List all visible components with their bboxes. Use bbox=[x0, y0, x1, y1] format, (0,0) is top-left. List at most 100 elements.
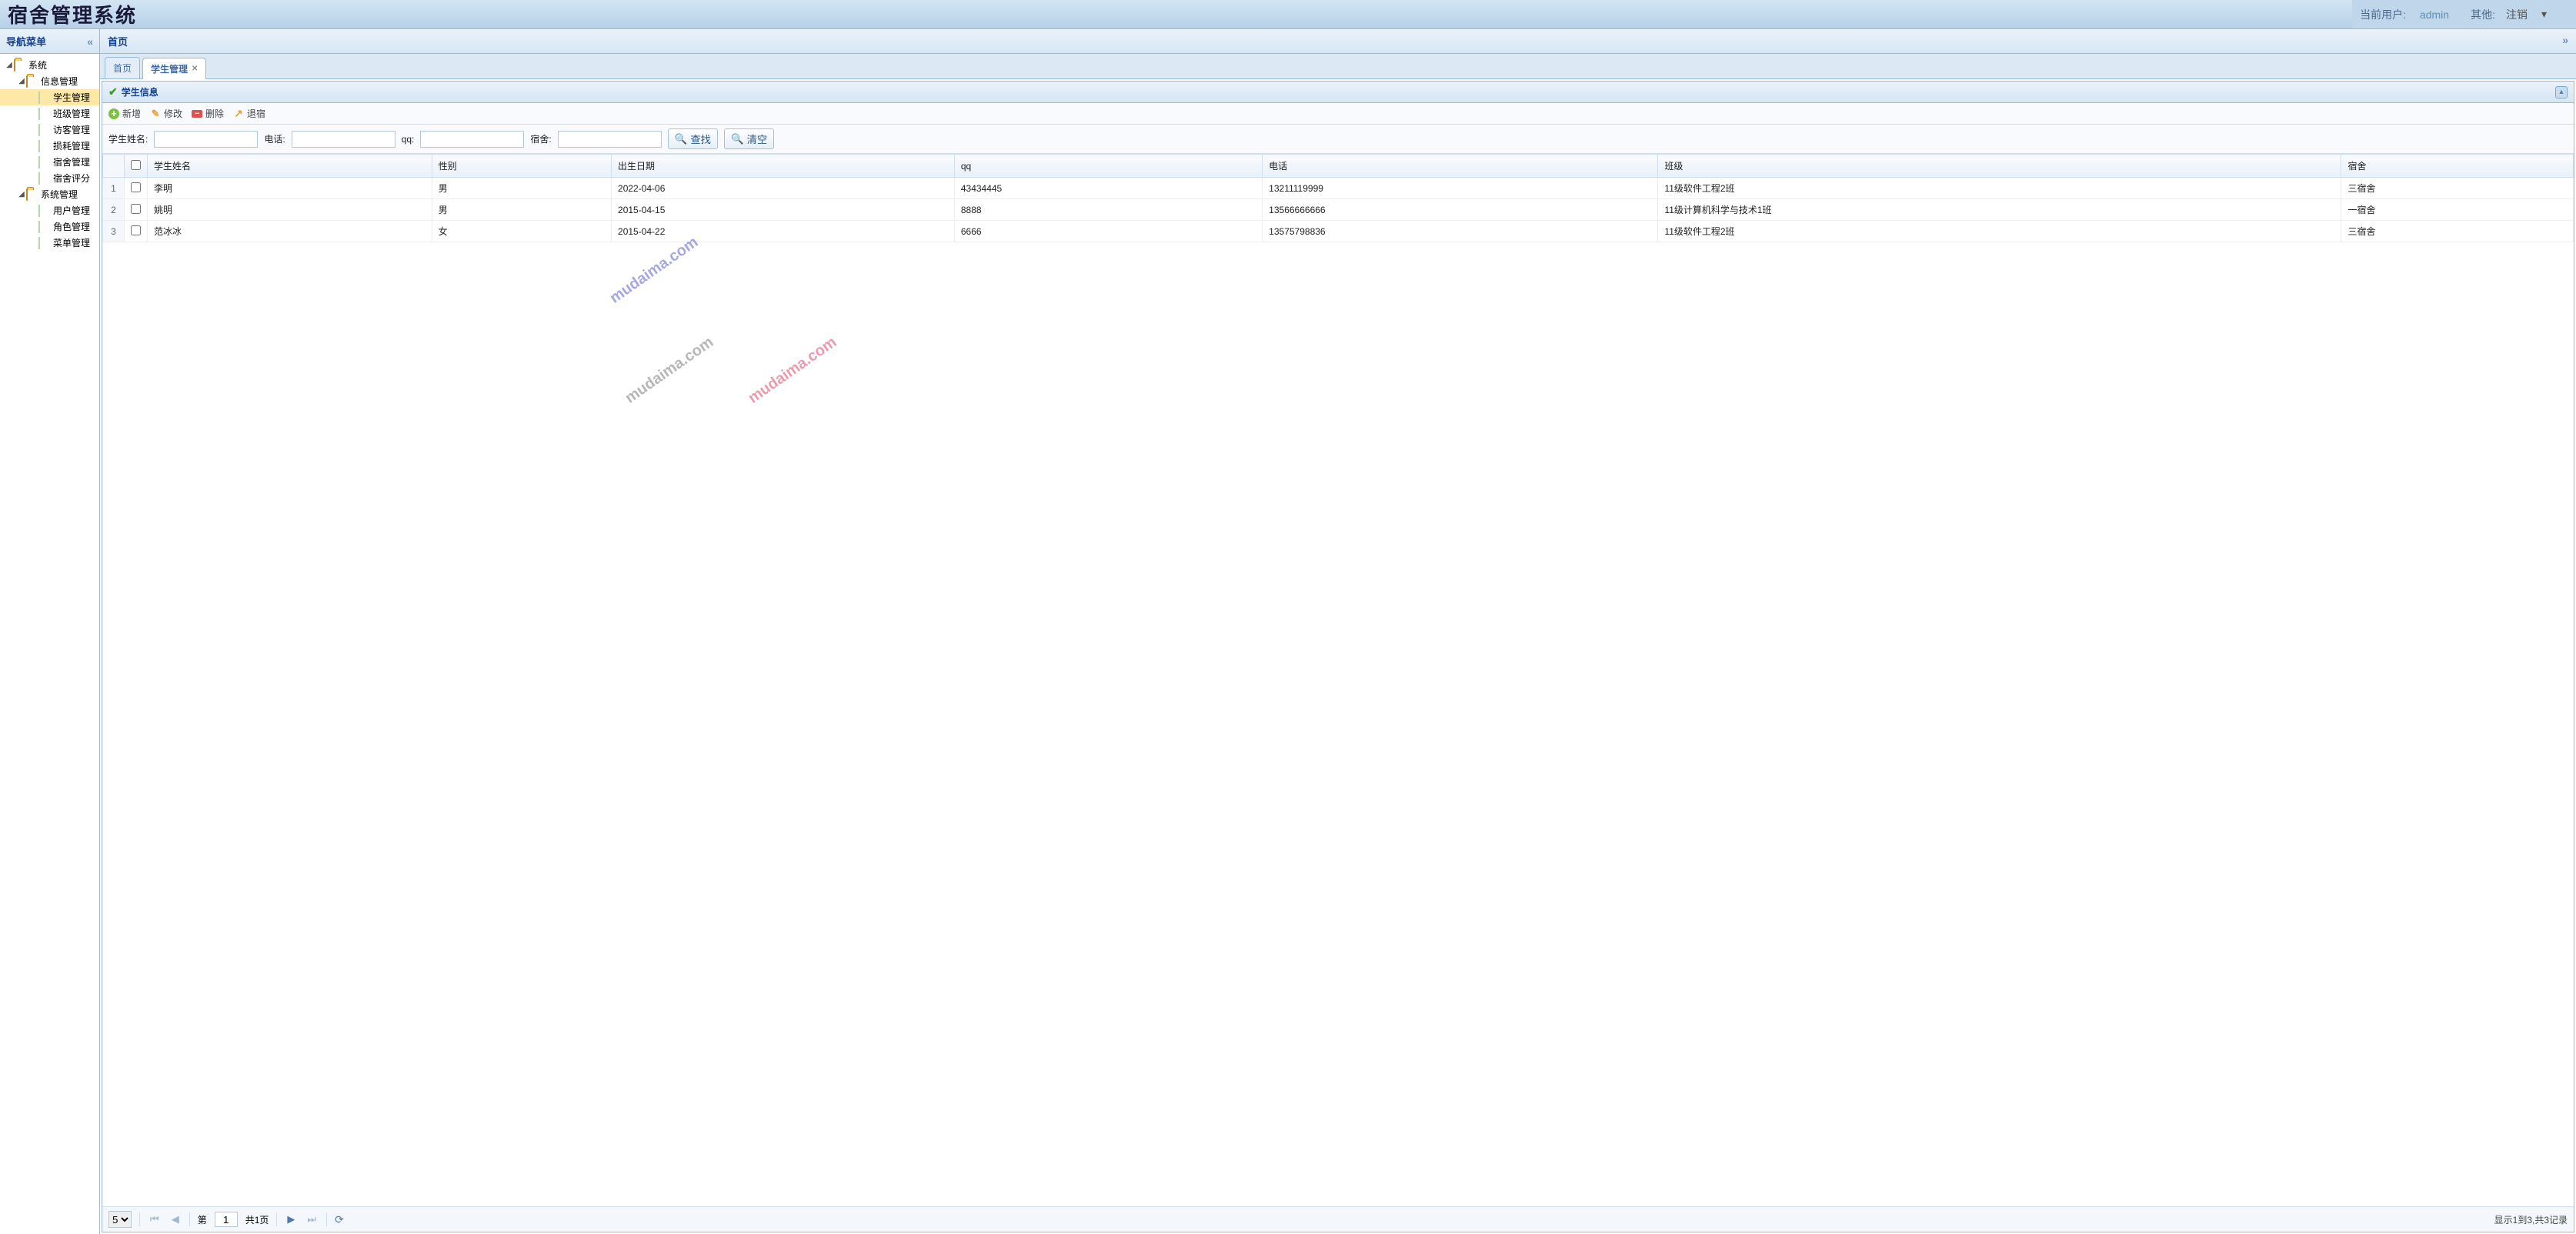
prev-page-button[interactable]: ◀ bbox=[169, 1213, 182, 1226]
file-icon bbox=[38, 124, 40, 136]
file-icon bbox=[38, 140, 40, 152]
tree-node-访客管理[interactable]: 访客管理 bbox=[0, 122, 99, 138]
clear-icon: 🔍 bbox=[731, 133, 744, 145]
column-header[interactable]: 宿舍 bbox=[2341, 155, 2574, 178]
add-button[interactable]: +新增 bbox=[108, 107, 141, 120]
dorm-input[interactable] bbox=[558, 131, 662, 148]
tree-node-菜单管理[interactable]: 菜单管理 bbox=[0, 235, 99, 251]
current-user: admin bbox=[2420, 8, 2449, 21]
tab-首页[interactable]: 首页 bbox=[105, 57, 140, 78]
name-input[interactable] bbox=[154, 131, 258, 148]
content-header: ✔ 学生信息 ▴ bbox=[102, 82, 2574, 103]
file-icon bbox=[38, 156, 40, 168]
expand-arrow-icon[interactable]: ◢ bbox=[17, 190, 26, 198]
tree-node-系统管理[interactable]: ◢系统管理 bbox=[0, 186, 99, 202]
tree-node-角色管理[interactable]: 角色管理 bbox=[0, 218, 99, 235]
expand-arrow-icon[interactable]: ◢ bbox=[5, 61, 14, 69]
grid-header-row: 学生姓名性别出生日期qq电话班级宿舍 bbox=[103, 155, 2574, 178]
pager-left: 5 ⏮ ◀ 第 共1页 ▶ ⏭ ⟳ bbox=[108, 1211, 344, 1228]
tree-label: 系统 bbox=[28, 58, 47, 72]
data-grid: 学生姓名性别出生日期qq电话班级宿舍 1李明男2022-04-064343444… bbox=[102, 154, 2574, 242]
grid-wrap: 学生姓名性别出生日期qq电话班级宿舍 1李明男2022-04-064343444… bbox=[102, 154, 2574, 1206]
table-row[interactable]: 3范冰冰女2015-04-2266661357579883611级软件工程2班三… bbox=[103, 221, 2574, 242]
tree-node-损耗管理[interactable]: 损耗管理 bbox=[0, 138, 99, 154]
breadcrumb-bar: 首页 » bbox=[100, 29, 2576, 54]
pencil-icon: ✎ bbox=[150, 108, 161, 119]
tree-label: 菜单管理 bbox=[53, 236, 90, 249]
row-checkbox[interactable] bbox=[131, 204, 141, 214]
phone-input[interactable] bbox=[292, 131, 395, 148]
tree-node-信息管理[interactable]: ◢信息管理 bbox=[0, 73, 99, 89]
dorm-label: 宿舍: bbox=[530, 132, 551, 145]
select-all-checkbox[interactable] bbox=[131, 160, 141, 170]
table-row[interactable]: 1李明男2022-04-06434344451321111999911级软件工程… bbox=[103, 178, 2574, 199]
column-header[interactable]: 学生姓名 bbox=[148, 155, 432, 178]
add-icon: + bbox=[108, 108, 119, 119]
folder-icon bbox=[26, 75, 28, 88]
tree-node-用户管理[interactable]: 用户管理 bbox=[0, 202, 99, 218]
column-header[interactable]: qq bbox=[954, 155, 1262, 178]
file-icon bbox=[38, 108, 40, 120]
refresh-button[interactable]: ⟳ bbox=[335, 1213, 344, 1226]
tree-node-系统[interactable]: ◢ 系统 bbox=[0, 57, 99, 73]
collapse-sidebar-icon[interactable]: « bbox=[87, 35, 93, 48]
column-header[interactable]: 性别 bbox=[432, 155, 611, 178]
qq-label: qq: bbox=[402, 134, 415, 145]
file-icon bbox=[38, 92, 40, 104]
page-size-select[interactable]: 5 bbox=[108, 1211, 132, 1228]
delete-button[interactable]: −删除 bbox=[192, 107, 224, 120]
arrow-out-icon: ↗ bbox=[233, 108, 244, 119]
edit-button[interactable]: ✎修改 bbox=[150, 107, 182, 120]
tab-学生管理[interactable]: 学生管理✕ bbox=[142, 58, 206, 79]
tree-label: 宿舍管理 bbox=[53, 155, 90, 168]
folder-icon bbox=[14, 59, 15, 72]
file-icon bbox=[38, 205, 40, 217]
row-checkbox[interactable] bbox=[131, 182, 141, 192]
column-header[interactable]: 班级 bbox=[1658, 155, 2341, 178]
content-panel: ✔ 学生信息 ▴ +新增 ✎修改 −删除 ↗退宿 学生姓名: 电话: qq: 宿… bbox=[102, 81, 2574, 1232]
checkout-button[interactable]: ↗退宿 bbox=[233, 107, 265, 120]
search-button[interactable]: 🔍查找 bbox=[668, 128, 718, 149]
name-label: 学生姓名: bbox=[108, 132, 148, 145]
column-header[interactable]: 出生日期 bbox=[612, 155, 955, 178]
search-icon: 🔍 bbox=[675, 133, 688, 145]
search-bar: 学生姓名: 电话: qq: 宿舍: 🔍查找 🔍清空 bbox=[102, 125, 2574, 154]
last-page-button[interactable]: ⏭ bbox=[305, 1213, 319, 1226]
header-right: 当前用户: admin 其他: 注销 ▾ bbox=[2352, 0, 2576, 28]
close-tab-icon[interactable]: ✕ bbox=[192, 65, 198, 73]
other-label: 其他: bbox=[2471, 7, 2495, 22]
file-icon bbox=[38, 172, 40, 185]
tree-node-班级管理[interactable]: 班级管理 bbox=[0, 105, 99, 122]
file-icon bbox=[38, 221, 40, 233]
total-pages: 共1页 bbox=[245, 1213, 269, 1226]
logout-button[interactable]: 注销 ▾ bbox=[2506, 7, 2558, 22]
tree-node-学生管理[interactable]: 学生管理 bbox=[0, 89, 99, 105]
first-page-button[interactable]: ⏮ bbox=[148, 1213, 162, 1226]
next-page-button[interactable]: ▶ bbox=[285, 1213, 297, 1226]
panel-collapse-button[interactable]: ▴ bbox=[2555, 86, 2568, 98]
clear-button[interactable]: 🔍清空 bbox=[724, 128, 774, 149]
expand-arrow-icon[interactable]: ◢ bbox=[17, 77, 26, 85]
caret-down-icon: ▾ bbox=[2541, 8, 2547, 21]
page-input[interactable] bbox=[215, 1212, 238, 1227]
row-checkbox[interactable] bbox=[131, 225, 141, 235]
app-header: 宿舍管理系统 当前用户: admin 其他: 注销 ▾ bbox=[0, 0, 2576, 29]
tab-strip: 首页学生管理✕ bbox=[100, 54, 2576, 79]
tree-label: 损耗管理 bbox=[53, 139, 90, 152]
tree-node-宿舍评分[interactable]: 宿舍评分 bbox=[0, 170, 99, 186]
qq-input[interactable] bbox=[420, 131, 524, 148]
sidebar-title: 导航菜单 bbox=[6, 34, 46, 48]
tree-label: 访客管理 bbox=[53, 123, 90, 136]
breadcrumb: 首页 bbox=[108, 34, 128, 48]
watermark: mudaima.com bbox=[746, 334, 840, 408]
collapse-right-icon[interactable]: » bbox=[2562, 34, 2568, 48]
table-row[interactable]: 2姚明男2015-04-1588881356666666611级计算机科学与技术… bbox=[103, 199, 2574, 221]
pager: 5 ⏮ ◀ 第 共1页 ▶ ⏭ ⟳ 显示1到3,共3记录 bbox=[102, 1206, 2574, 1232]
nav-tree: ◢系统◢信息管理学生管理班级管理访客管理损耗管理宿舍管理宿舍评分◢系统管理用户管… bbox=[0, 54, 99, 1234]
tree-node-宿舍管理[interactable]: 宿舍管理 bbox=[0, 154, 99, 170]
main-region: 首页 » 首页学生管理✕ ✔ 学生信息 ▴ +新增 ✎修改 −删除 ↗退宿 学生… bbox=[100, 29, 2576, 1234]
tree-label: 用户管理 bbox=[53, 204, 90, 217]
file-icon bbox=[38, 237, 40, 249]
column-header[interactable]: 电话 bbox=[1263, 155, 1658, 178]
folder-icon bbox=[26, 188, 28, 201]
